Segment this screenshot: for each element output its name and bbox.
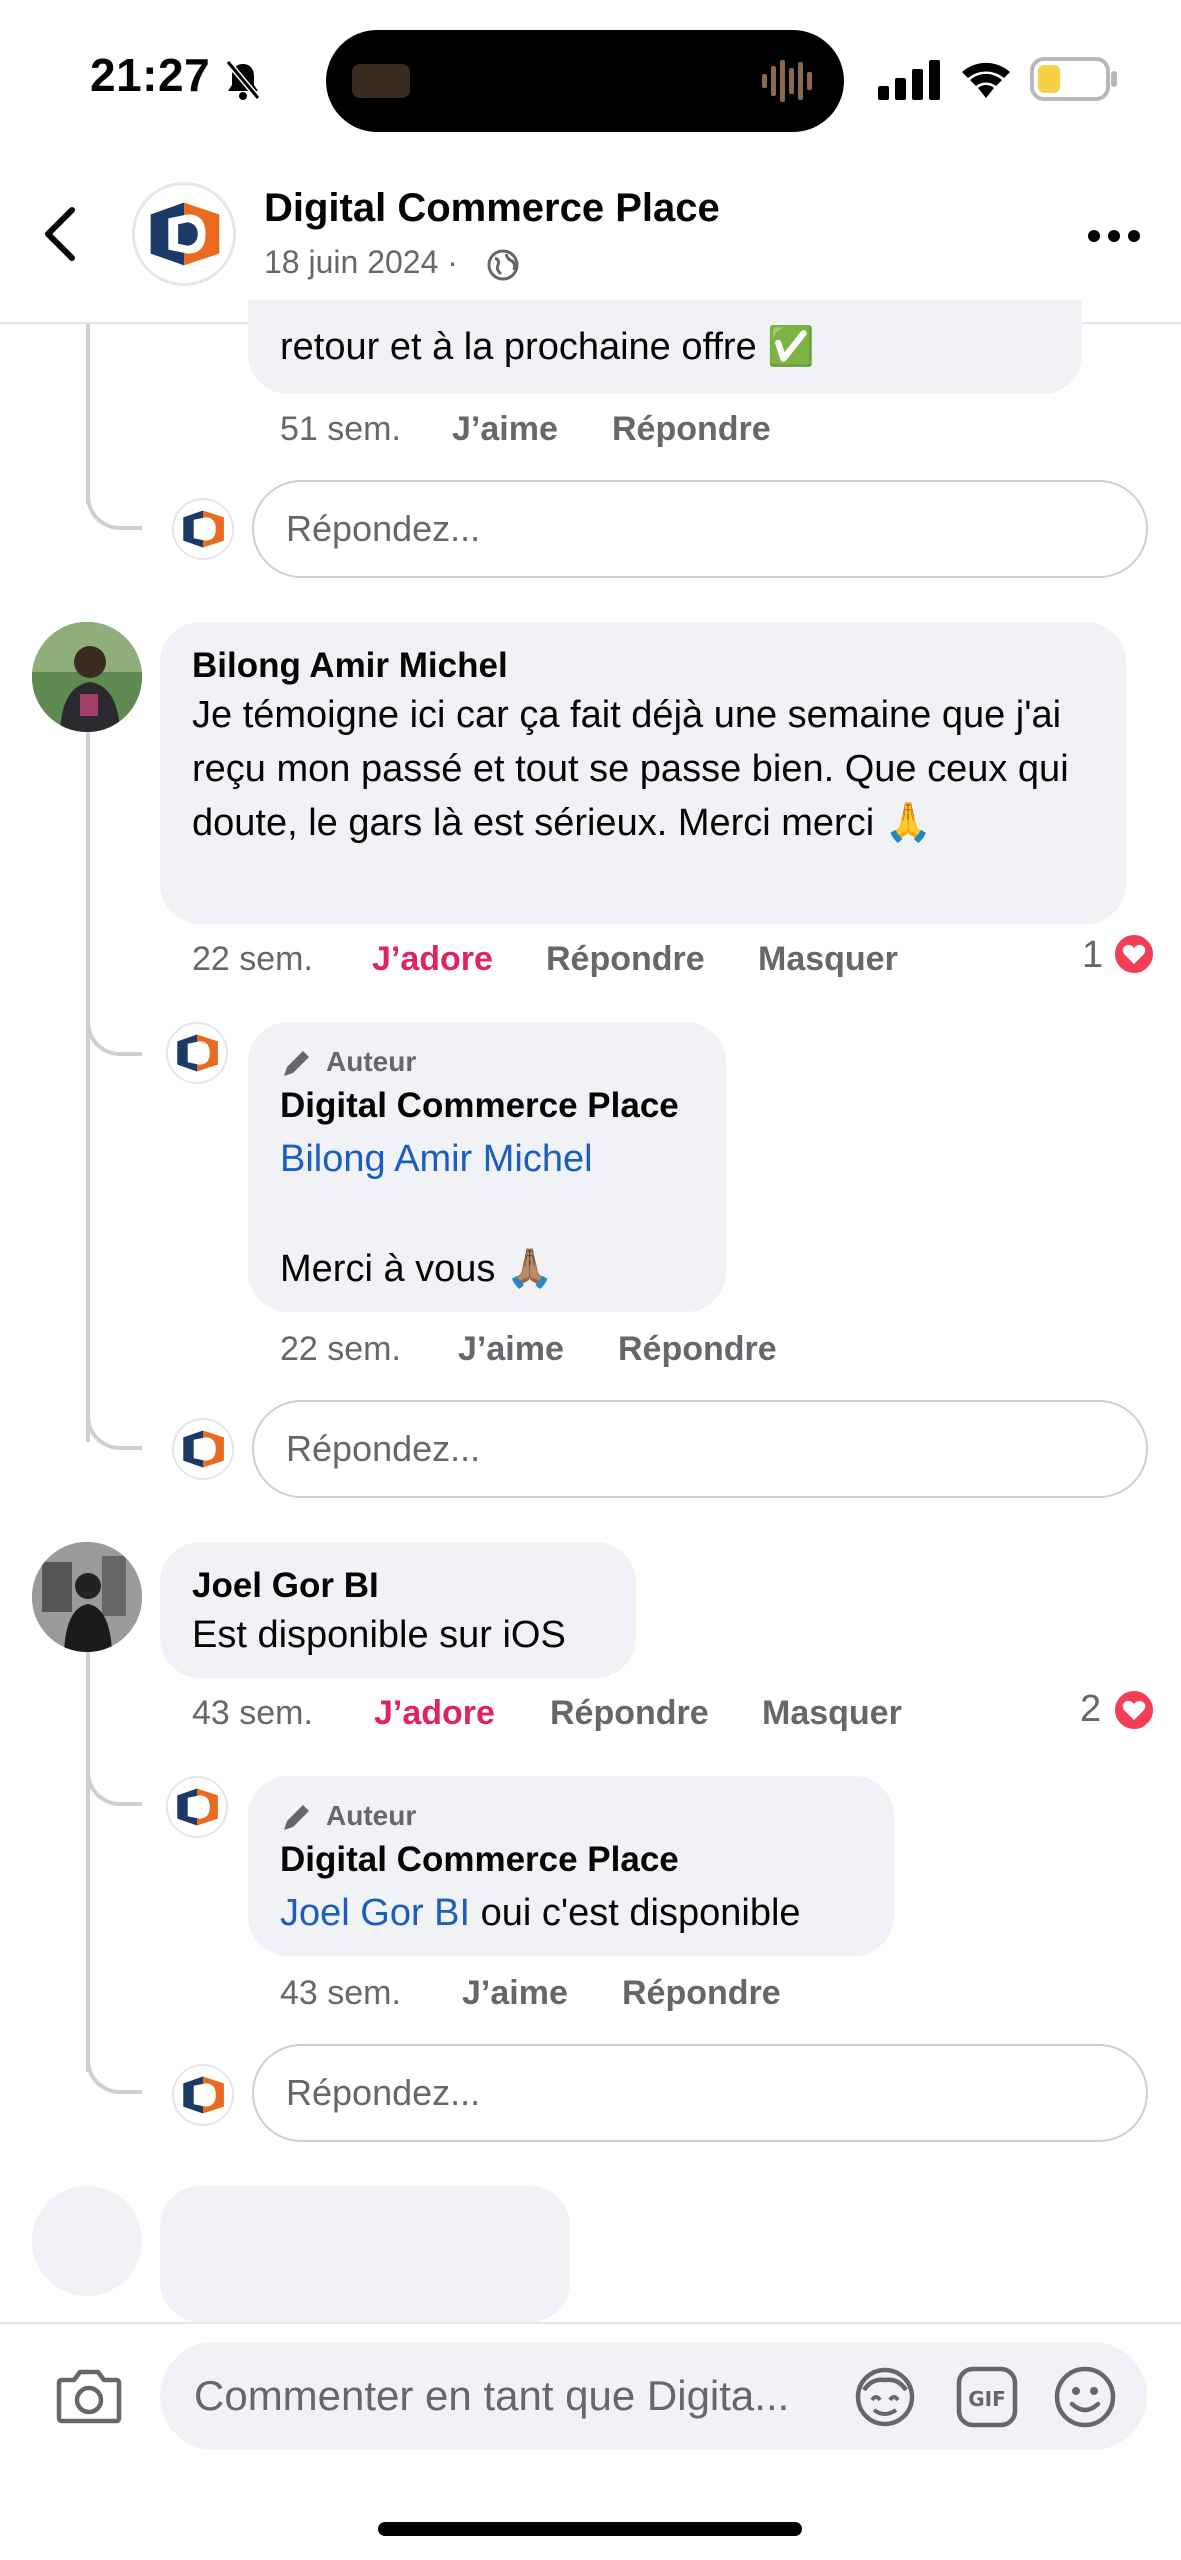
post-date-text: 18 juin 2024 [264,244,439,280]
avatar-sticker-icon[interactable] [852,2364,918,2430]
status-time: 21:27 [90,49,211,101]
comment-author[interactable]: Joel Gor BI [192,1566,379,1606]
thread-branch [86,470,142,530]
comment-author[interactable]: Digital Commerce Place [280,1840,679,1880]
comment-time: 43 sem. [280,1974,401,2012]
comment-text-body: oui c'est disponible [480,1892,801,1934]
author-badge: Auteur [326,1046,417,1077]
heart-reaction-icon[interactable] [1112,932,1156,976]
hide-button[interactable]: Masquer [762,1694,902,1732]
comment-time: 51 sem. [280,410,401,448]
comment-author[interactable]: Digital Commerce Place [280,1086,679,1126]
like-button[interactable]: J’aime [452,410,558,448]
page-logo-icon [174,2066,232,2124]
comment-meta: 51 sem. [280,410,401,449]
reply-button[interactable]: Répondre [622,1974,781,2012]
silent-bell-icon [225,60,261,100]
comment-author[interactable]: Bilong Amir Michel [192,646,508,686]
page-avatar-small [166,1022,228,1084]
cellular-signal-icon [878,60,940,100]
back-chevron-icon[interactable] [40,204,80,264]
reply-button[interactable]: Répondre [618,1330,777,1368]
reply-input[interactable]: Répondez... [252,1400,1148,1498]
comment-bubble[interactable]: Bilong Amir Michel Je témoigne ici car ç… [160,622,1126,924]
comment-time: 22 sem. [192,940,313,978]
page-avatar-small [172,1418,234,1480]
page-logo-icon [135,185,233,283]
user-photo-icon [32,1542,142,1652]
thread-line [86,1652,90,2072]
reply-input[interactable]: Répondez... [252,480,1148,578]
reply-button[interactable]: Répondre [612,410,771,448]
page-avatar-small [172,2064,234,2126]
camera-icon[interactable] [56,2366,122,2424]
thread-line [86,732,90,1442]
comment-text: retour et à la prochaine offre ✅ [280,320,815,374]
user-photo-icon [32,622,142,732]
date-separator: · [447,244,458,280]
pencil-icon [284,1051,309,1076]
comment-input-placeholder: Commenter en tant que Digita... [194,2372,790,2419]
heart-icon [1122,944,1146,964]
comment-text: Merci à vous 🙏🏽 [280,1248,554,1290]
user-avatar[interactable] [32,622,142,732]
pencil-icon [284,1805,309,1830]
comment-text: Je témoigne ici car ça fait déjà une sem… [192,694,1069,844]
mention-link[interactable]: Joel Gor BI [280,1892,470,1934]
reaction-count[interactable]: 2 [1080,1688,1101,1731]
page-avatar-small [172,498,234,560]
reaction-count[interactable]: 1 [1082,934,1103,977]
svg-text:GIF: GIF [968,2387,1006,2411]
page-logo-icon [168,1024,226,1082]
page-logo-icon [174,500,232,558]
thread-branch [86,2034,142,2094]
comment-time: 43 sem. [192,1694,313,1732]
heart-icon [1122,1700,1146,1720]
author-badge: Auteur [326,1800,417,1831]
page-avatar[interactable] [132,182,236,286]
love-reaction-button[interactable]: J’adore [372,940,493,978]
page-avatar-small [166,1776,228,1838]
more-options-icon[interactable] [1086,224,1142,248]
page-logo-icon [174,1420,232,1478]
post-date: 18 juin 2024 · [264,244,458,281]
author-reply-bubble[interactable]: Auteur Digital Commerce Place Bilong Ami… [248,1022,726,1312]
gif-icon[interactable]: GIF [954,2364,1020,2430]
comment-text: Joel Gor BI oui c'est disponible [280,1886,801,1940]
comment-time: 22 sem. [280,1330,401,1368]
thread-branch [86,1746,142,1806]
comment-text: Est disponible sur iOS [192,1614,566,1656]
loading-comment-placeholder [160,2186,570,2322]
live-activity-thumbnail [352,64,410,98]
globe-icon [487,249,519,281]
like-button[interactable]: J’aime [458,1330,564,1368]
thread-branch [86,1390,142,1450]
reply-button[interactable]: Répondre [546,940,705,978]
reply-button[interactable]: Répondre [550,1694,709,1732]
wifi-icon [962,62,1010,98]
like-button[interactable]: J’aime [462,1974,568,2012]
hide-button[interactable]: Masquer [758,940,898,978]
audio-waveform-icon [762,60,812,102]
page-logo-icon [168,1778,226,1836]
user-avatar[interactable] [32,1542,142,1652]
loading-avatar-placeholder [32,2186,142,2296]
thread-branch [86,996,142,1056]
comment-bubble[interactable]: Joel Gor BI Est disponible sur iOS [160,1542,636,1678]
mention-link[interactable]: Bilong Amir Michel [280,1132,593,1186]
heart-reaction-icon[interactable] [1112,1688,1156,1732]
comment-text-tail: retour et à la prochaine offre [280,326,757,368]
emoji-icon[interactable] [1052,2364,1118,2430]
check-emoji: ✅ [767,326,815,368]
love-reaction-button[interactable]: J’adore [374,1694,495,1732]
home-indicator [378,2522,802,2536]
author-reply-bubble[interactable]: Auteur Digital Commerce Place Joel Gor B… [248,1776,894,1956]
reply-input[interactable]: Répondez... [252,2044,1148,2142]
page-title[interactable]: Digital Commerce Place [264,186,720,231]
battery-icon [1030,57,1117,101]
comment-bubble[interactable]: retour et à la prochaine offre ✅ [248,300,1082,394]
